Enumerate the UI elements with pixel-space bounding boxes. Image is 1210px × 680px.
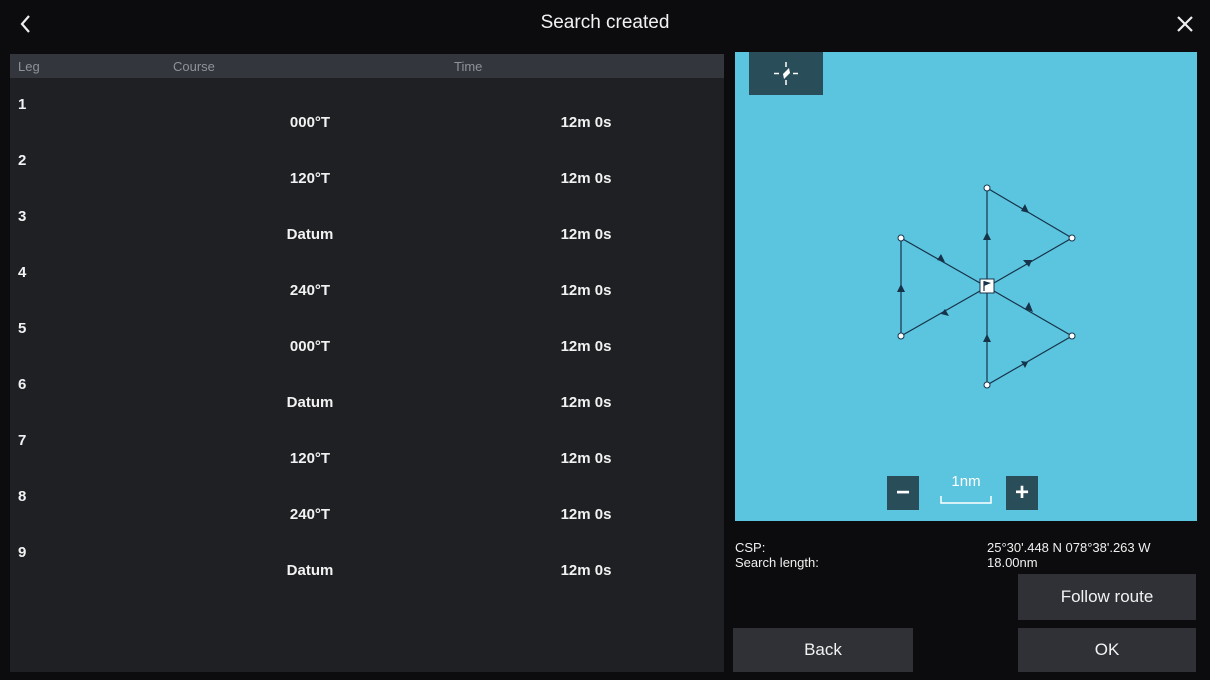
time-value: 12m 0s xyxy=(560,338,612,355)
table-row[interactable]: 8 240°T 12m 0s xyxy=(10,470,724,526)
column-header-time: Time xyxy=(454,59,483,74)
leg-number: 3 xyxy=(18,208,27,225)
time-value: 12m 0s xyxy=(560,450,612,467)
time-value: 12m 0s xyxy=(560,394,612,411)
table-row[interactable]: 1 000°T 12m 0s xyxy=(10,78,724,134)
time-value: 12m 0s xyxy=(560,114,612,131)
course-value: 000°T xyxy=(289,114,331,131)
csp-label: CSP: xyxy=(735,540,766,555)
scale-bar xyxy=(940,496,992,504)
leg-number: 9 xyxy=(18,544,27,561)
legs-table: Leg Course Time 1 000°T 12m 0s 2 120°T 12m 0… xyxy=(10,54,724,672)
leg-number: 5 xyxy=(18,320,27,337)
close-icon[interactable] xyxy=(1172,11,1198,37)
course-value: 120°T xyxy=(289,170,331,187)
course-value: Datum xyxy=(286,226,334,243)
column-header-course: Course xyxy=(173,59,215,74)
course-value: 240°T xyxy=(289,506,331,523)
table-body: 1 000°T 12m 0s 2 120°T 12m 0s 3 Datum 12m 0s 4… xyxy=(10,78,724,582)
leg-number: 7 xyxy=(18,432,27,449)
follow-route-button[interactable]: Follow route xyxy=(1018,574,1196,620)
ok-button[interactable]: OK xyxy=(1018,628,1196,672)
time-value: 12m 0s xyxy=(560,282,612,299)
time-value: 12m 0s xyxy=(560,562,612,579)
csp-value: 25°30'.448 N 078°38'.263 W xyxy=(987,540,1151,555)
leg-number: 6 xyxy=(18,376,27,393)
search-length-label: Search length: xyxy=(735,555,819,570)
leg-number: 1 xyxy=(18,96,27,113)
leg-number: 8 xyxy=(18,488,27,505)
course-value: 000°T xyxy=(289,338,331,355)
datum-flag-icon xyxy=(979,278,995,294)
table-row[interactable]: 5 000°T 12m 0s xyxy=(10,302,724,358)
back-button[interactable]: Back xyxy=(733,628,913,672)
time-value: 12m 0s xyxy=(560,506,612,523)
time-value: 12m 0s xyxy=(560,170,612,187)
page-title: Search created xyxy=(540,12,670,33)
table-row[interactable]: 3 Datum 12m 0s xyxy=(10,190,724,246)
table-header: Leg Course Time xyxy=(10,54,724,78)
search-pattern xyxy=(897,184,1076,389)
course-value: 120°T xyxy=(289,450,331,467)
table-row[interactable]: 9 Datum 12m 0s xyxy=(10,526,724,582)
course-value: 240°T xyxy=(289,282,331,299)
search-length-value: 18.00nm xyxy=(987,555,1038,570)
search-pattern-map[interactable]: − 1nm + xyxy=(735,52,1197,521)
leg-number: 2 xyxy=(18,152,27,169)
table-row[interactable]: 6 Datum 12m 0s xyxy=(10,358,724,414)
course-value: Datum xyxy=(286,394,334,411)
scale-label: 1nm xyxy=(951,473,981,490)
zoom-in-button[interactable]: + xyxy=(1006,476,1038,510)
column-header-leg: Leg xyxy=(18,59,40,74)
zoom-out-button[interactable]: − xyxy=(887,476,919,510)
course-value: Datum xyxy=(286,562,334,579)
table-row[interactable]: 2 120°T 12m 0s xyxy=(10,134,724,190)
table-row[interactable]: 7 120°T 12m 0s xyxy=(10,414,724,470)
leg-number: 4 xyxy=(18,264,27,281)
title-bar: Search created xyxy=(0,0,1210,50)
time-value: 12m 0s xyxy=(560,226,612,243)
table-row[interactable]: 4 240°T 12m 0s xyxy=(10,246,724,302)
